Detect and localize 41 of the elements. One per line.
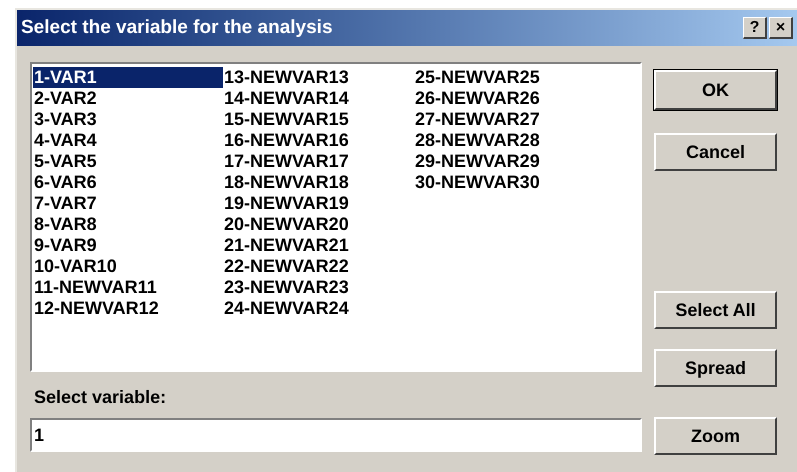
- list-item[interactable]: 8-VAR8: [33, 214, 223, 235]
- list-item[interactable]: 11-NEWVAR11: [33, 277, 223, 298]
- help-button[interactable]: ?: [743, 17, 767, 39]
- list-item[interactable]: 15-NEWVAR15: [223, 109, 414, 130]
- list-item[interactable]: 19-NEWVAR19: [223, 193, 414, 214]
- list-item[interactable]: 9-VAR9: [33, 235, 223, 256]
- list-item[interactable]: 14-NEWVAR14: [223, 88, 414, 109]
- list-item[interactable]: 30-NEWVAR30: [414, 172, 604, 193]
- list-item[interactable]: 27-NEWVAR27: [414, 109, 604, 130]
- list-item[interactable]: 23-NEWVAR23: [223, 277, 414, 298]
- list-item[interactable]: 21-NEWVAR21: [223, 235, 414, 256]
- list-item[interactable]: 4-VAR4: [33, 130, 223, 151]
- list-item[interactable]: 12-NEWVAR12: [33, 298, 223, 319]
- dialog-button[interactable]: Cancel: [654, 133, 777, 171]
- list-item[interactable]: 25-NEWVAR25: [414, 67, 604, 88]
- list-item[interactable]: 17-NEWVAR17: [223, 151, 414, 172]
- list-item[interactable]: 10-VAR10: [33, 256, 223, 277]
- list-item[interactable]: 29-NEWVAR29: [414, 151, 604, 172]
- window-title: Select the variable for the analysis: [21, 16, 334, 40]
- list-item[interactable]: 24-NEWVAR24: [223, 298, 414, 319]
- list-item[interactable]: 16-NEWVAR16: [223, 130, 414, 151]
- list-item[interactable]: 22-NEWVAR22: [223, 256, 414, 277]
- variable-list[interactable]: [30, 62, 642, 372]
- variable-input[interactable]: 1: [30, 418, 642, 452]
- list-item[interactable]: 28-NEWVAR28: [414, 130, 604, 151]
- close-button[interactable]: ×: [769, 17, 793, 39]
- dialog-button[interactable]: OK: [654, 70, 777, 110]
- select-variable-label: Select variable:: [34, 386, 168, 408]
- dialog-button[interactable]: Select All: [654, 291, 777, 329]
- dialog-button[interactable]: Zoom: [654, 417, 777, 455]
- list-item[interactable]: 7-VAR7: [33, 193, 223, 214]
- list-item[interactable]: 26-NEWVAR26: [414, 88, 604, 109]
- list-item[interactable]: 6-VAR6: [33, 172, 223, 193]
- list-item[interactable]: 1-VAR1: [33, 67, 223, 88]
- list-item[interactable]: 18-NEWVAR18: [223, 172, 414, 193]
- dialog-button[interactable]: Spread: [654, 349, 777, 387]
- list-item[interactable]: 13-NEWVAR13: [223, 67, 414, 88]
- list-item[interactable]: 5-VAR5: [33, 151, 223, 172]
- list-item[interactable]: 3-VAR3: [33, 109, 223, 130]
- list-item[interactable]: 2-VAR2: [33, 88, 223, 109]
- list-item[interactable]: 20-NEWVAR20: [223, 214, 414, 235]
